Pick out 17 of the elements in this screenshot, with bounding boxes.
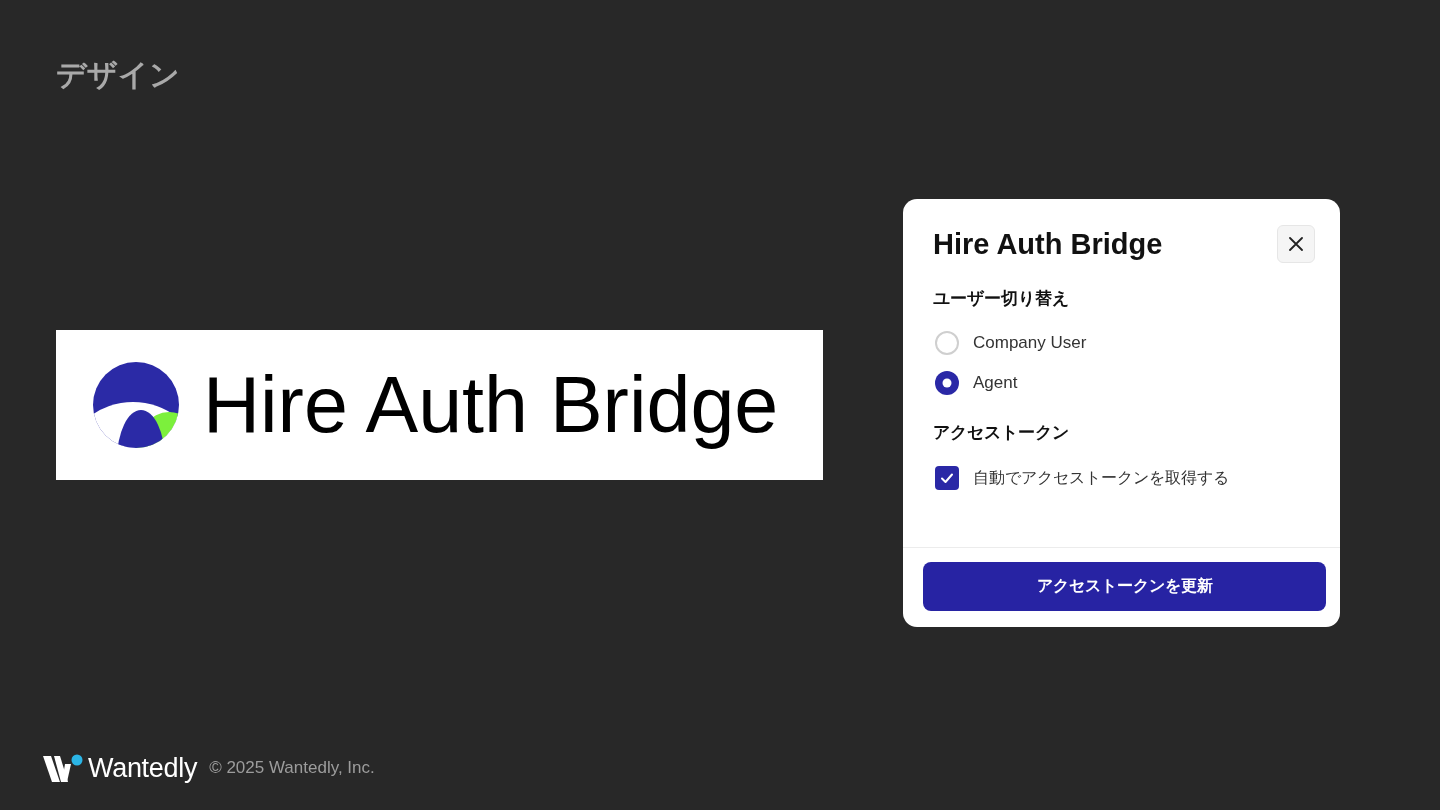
radio-label[interactable]: Agent [973,373,1018,393]
checkbox-label[interactable]: 自動でアクセストークンを取得する [973,467,1229,489]
radio-label[interactable]: Company User [973,333,1087,353]
copyright-text: © 2025 Wantedly, Inc. [209,758,375,778]
radio-button[interactable] [935,371,959,395]
update-token-button[interactable]: アクセストークンを更新 [923,562,1326,611]
close-button[interactable] [1277,225,1315,263]
close-icon [1289,237,1303,251]
brand-mark-icon [43,754,83,782]
slide-title: デザイン [56,56,180,94]
panel-title: Hire Auth Bridge [933,227,1163,262]
section-heading: アクセストークン [933,421,1070,444]
radio-button[interactable] [935,331,959,355]
logo-wordmark: Hire Auth Bridge [203,360,779,450]
section-heading: ユーザー切り替え [933,287,1070,310]
checkbox[interactable] [935,466,959,490]
brand-name: Wantedly [88,752,198,784]
